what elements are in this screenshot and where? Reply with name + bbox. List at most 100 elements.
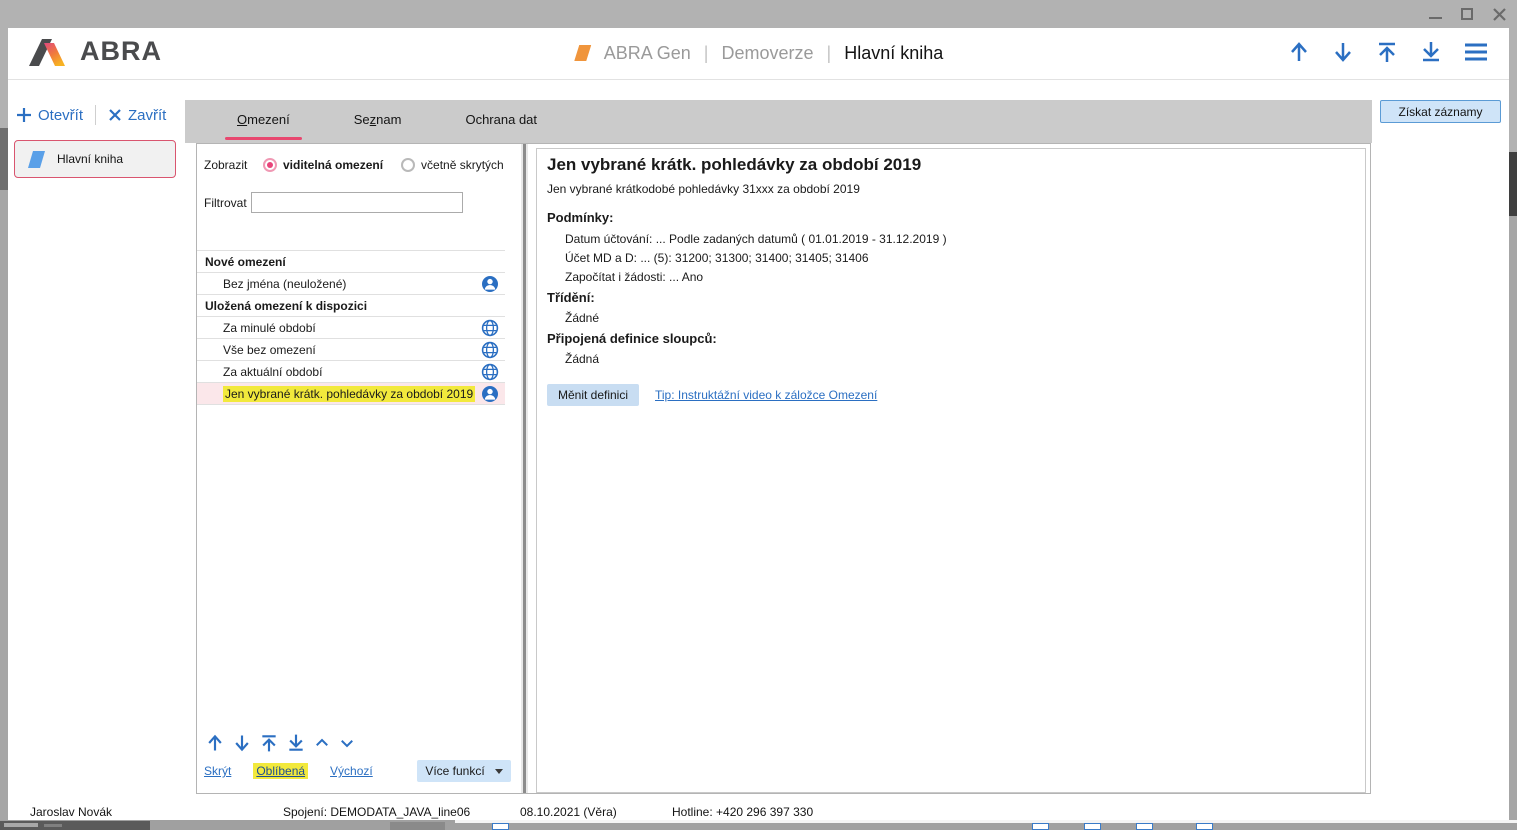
condition-line: Účet MD a D: ... (5): 31200; 31300; 3140… — [565, 251, 869, 265]
close-module-button[interactable]: Zavřít — [108, 107, 166, 124]
x-icon — [108, 108, 122, 122]
radio-including-hidden[interactable]: včetně skrytých — [401, 158, 504, 172]
status-hotline: Hotline: +420 296 397 330 — [672, 805, 813, 819]
maximize-icon[interactable] — [1459, 6, 1475, 22]
panel-splitter[interactable] — [521, 144, 528, 793]
breadcrumb-separator: | — [827, 43, 832, 64]
hide-link[interactable]: Skrýt — [204, 764, 231, 778]
list-item-label: Za aktuální období — [223, 365, 481, 379]
list-item[interactable]: Bez jména (neuložené) — [197, 273, 505, 295]
breadcrumb-module: Hlavní kniha — [844, 43, 943, 64]
change-definition-button[interactable]: Měnit definici — [547, 384, 639, 406]
more-functions-dropdown[interactable]: Více funkcí — [417, 760, 511, 782]
window-titlebar[interactable] — [0, 0, 1517, 28]
background-window-fragment — [1509, 152, 1517, 216]
breadcrumb-version: Demoverze — [721, 43, 813, 64]
detail-title: Jen vybrané krátk. pohledávky za období … — [547, 155, 921, 175]
abra-logo-icon — [28, 37, 72, 67]
status-date: 08.10.2021 (Věra) — [520, 805, 617, 819]
screen: ABRA ABRA Gen | Demoverze | Hlavní kniha — [0, 0, 1517, 830]
status-connection: Spojení: DEMODATA_JAVA_line06 — [283, 805, 470, 819]
status-bar: Jaroslav Novák Spojení: DEMODATA_JAVA_li… — [8, 795, 1509, 820]
zobrazit-row: Zobrazit viditelná omezení včetně skrytý… — [204, 158, 504, 172]
condition-line: Započítat i žádosti: ... Ano — [565, 270, 703, 284]
get-records-button[interactable]: Získat záznamy — [1380, 100, 1501, 123]
background-window-fragment — [0, 190, 8, 820]
person-icon — [481, 275, 499, 293]
list-item[interactable]: Za minulé období — [197, 317, 505, 339]
list-item-selected[interactable]: Jen vybrané krátk. pohledávky za období … — [197, 383, 505, 405]
radio-visible-label: viditelná omezení — [283, 158, 383, 172]
columns-definition-header: Připojená definice sloupců: — [547, 331, 717, 346]
move-up-icon[interactable] — [205, 733, 225, 753]
tab-omezeni[interactable]: Omezení — [205, 100, 322, 143]
move-down-icon[interactable] — [232, 733, 252, 753]
header-nav-icons — [1287, 40, 1489, 64]
list-item[interactable]: Vše bez omezení — [197, 339, 505, 361]
breadcrumb: ABRA Gen | Demoverze | Hlavní kniha — [574, 38, 944, 68]
get-records-label: Získat záznamy — [1398, 105, 1482, 119]
tab-label-part: nam — [376, 112, 401, 127]
favorites-link[interactable]: Oblíbená — [253, 763, 308, 779]
sorting-value: Žádné — [565, 311, 599, 325]
chevron-up-icon[interactable] — [313, 734, 331, 752]
arrow-to-bottom-icon[interactable] — [1419, 40, 1443, 64]
radio-hidden-label: včetně skrytých — [421, 158, 504, 172]
arrow-up-icon[interactable] — [1287, 40, 1311, 64]
arrow-down-icon[interactable] — [1331, 40, 1355, 64]
background-window-strip — [0, 820, 1517, 830]
logo-text: ABRA — [80, 36, 162, 67]
chevron-down-icon[interactable] — [338, 734, 356, 752]
open-button-label: Otevřít — [38, 107, 83, 124]
columns-definition-value: Žádná — [565, 352, 599, 366]
filtrovat-label: Filtrovat — [204, 196, 251, 210]
radio-unselected-icon — [401, 158, 415, 172]
restrictions-list: Nové omezení Bez jména (neuložené) Ulože… — [197, 250, 505, 405]
status-user: Jaroslav Novák — [30, 805, 112, 819]
globe-icon — [481, 319, 499, 337]
globe-icon — [481, 341, 499, 359]
list-section-header: Nové omezení — [197, 250, 505, 273]
change-definition-label: Měnit definici — [558, 388, 628, 402]
minimize-icon[interactable] — [1427, 6, 1443, 22]
move-to-bottom-icon[interactable] — [286, 733, 306, 753]
move-to-top-icon[interactable] — [259, 733, 279, 753]
tab-seznam[interactable]: Seznam — [322, 100, 434, 143]
tab-label-part: Ochrana dat — [465, 112, 537, 127]
tutorial-video-link[interactable]: Tip: Instruktážní video k záložce Omezen… — [655, 388, 877, 402]
list-item-label: Bez jména (neuložené) — [223, 277, 481, 291]
filter-input[interactable] — [251, 192, 463, 213]
tab-label-accel: O — [237, 112, 247, 127]
filtrovat-row: Filtrovat — [204, 192, 463, 213]
list-section-header: Uložená omezení k dispozici — [197, 295, 505, 317]
default-link[interactable]: Výchozí — [330, 764, 373, 778]
globe-icon — [481, 363, 499, 381]
close-module-button-label: Zavřít — [128, 107, 166, 124]
arrow-to-top-icon[interactable] — [1375, 40, 1399, 64]
active-tab-indicator — [225, 137, 302, 140]
module-parallelogram-icon — [28, 150, 45, 169]
tab-label-part: mezení — [247, 112, 290, 127]
breadcrumb-app: ABRA Gen — [604, 43, 691, 64]
list-item-label-highlighted: Jen vybrané krátk. pohledávky za období … — [223, 386, 475, 402]
menu-icon[interactable] — [1463, 41, 1489, 63]
zobrazit-label: Zobrazit — [204, 158, 263, 172]
list-item[interactable]: Za aktuální období — [197, 361, 505, 383]
background-window-fragment — [0, 128, 8, 190]
abra-logo: ABRA — [28, 36, 162, 67]
list-footer-links: Skrýt Oblíbená Výchozí — [204, 763, 373, 779]
condition-line: Datum účtování: ... Podle zadaných datum… — [565, 232, 947, 246]
module-parallelogram-icon — [574, 44, 591, 62]
radio-selected-icon — [263, 158, 277, 172]
conditions-header: Podmínky: — [547, 210, 613, 225]
tab-label-part: Se — [354, 112, 370, 127]
sidebar-item-hlavni-kniha[interactable]: Hlavní kniha — [14, 140, 176, 178]
background-window-fragment — [1509, 216, 1517, 820]
close-icon[interactable] — [1491, 6, 1507, 22]
list-item-label: Vše bez omezení — [223, 343, 481, 357]
open-button[interactable]: Otevřít — [16, 107, 83, 124]
tab-ochrana-dat[interactable]: Ochrana dat — [433, 100, 569, 143]
radio-visible-restrictions[interactable]: viditelná omezení — [263, 158, 383, 172]
tab-bar: Omezení Seznam Ochrana dat — [185, 100, 1372, 143]
sidebar-actions: Otevřít Zavřít — [16, 105, 166, 125]
